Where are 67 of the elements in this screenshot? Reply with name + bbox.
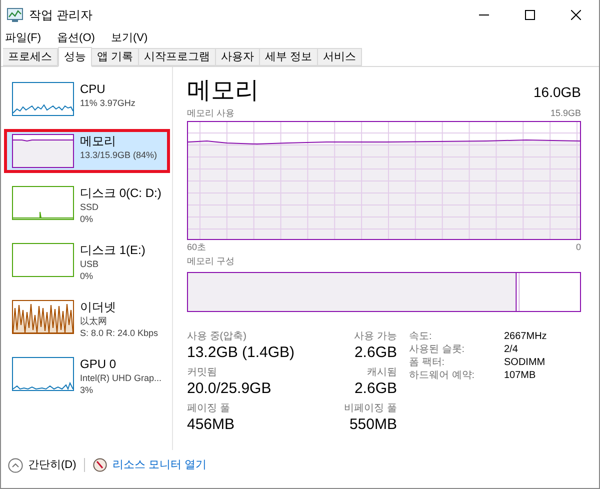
chart-label: 메모리 구성 <box>187 255 236 268</box>
close-icon <box>571 10 581 20</box>
app-icon <box>7 8 23 22</box>
tab[interactable]: 성능 <box>58 47 92 67</box>
collapse-button[interactable]: 간단히(D) <box>8 456 76 474</box>
stat-value: 550MB <box>349 414 397 434</box>
sidebar-item[interactable]: 디스크 1(E:) USB 0% <box>4 238 170 287</box>
item-name: 디스크 1(E:) <box>80 243 146 258</box>
sidebar-item[interactable]: 이더넷 以太网 S: 8.0 R: 24.0 Kbps <box>4 295 170 344</box>
stat-label: 비페이징 풀 <box>344 402 397 414</box>
property-value: SODIMM <box>504 356 546 368</box>
item-detail: 0% <box>80 270 94 282</box>
item-detail: Intel(R) UHD Grap... <box>80 372 162 384</box>
gauge-icon <box>93 458 108 472</box>
tab[interactable]: 프로세스 <box>3 48 58 66</box>
item-name: 이더넷 <box>80 300 117 315</box>
stat-label: 커밋됨 <box>187 366 218 378</box>
item-detail: 11% 3.97GHz <box>80 97 136 109</box>
property-label: 하드웨어 예약: <box>409 368 476 382</box>
property-label: 폼 팩터: <box>409 356 446 368</box>
item-detail: 13.3/15.9GB (84%) <box>80 149 158 161</box>
tab[interactable]: 시작프로그램 <box>139 48 216 66</box>
sidebar-item[interactable]: CPU 11% 3.97GHz <box>4 77 170 121</box>
stat-value: 2.6GB <box>354 378 397 398</box>
sidebar-item[interactable]: 디스크 0(C: D:) SSD 0% <box>4 181 170 230</box>
panel-title: 메모리 <box>187 77 259 105</box>
property-value: 107MB <box>504 368 537 382</box>
stat-value: 13.2GB (1.4GB) <box>187 342 296 362</box>
item-detail: 3% <box>80 384 94 396</box>
axis-end-label: 0 <box>576 240 581 254</box>
sidebar-item[interactable]: 메모리 13.3/15.9GB (84%) <box>4 129 170 173</box>
stat-label: 사용 중(압축) <box>187 330 248 342</box>
item-detail: USB <box>80 258 100 270</box>
window-title: 작업 관리자 <box>29 7 92 24</box>
tab[interactable]: 서비스 <box>318 48 362 66</box>
stat-label: 캐시됨 <box>367 366 397 378</box>
stat-value: 456MB <box>187 414 236 434</box>
menu-item[interactable]: 파일(F) <box>5 30 42 46</box>
item-name: 메모리 <box>80 134 117 149</box>
axis-start-label: 60초 <box>187 240 206 254</box>
chart-label: 메모리 사용 <box>187 107 235 120</box>
item-detail: 以太网 <box>80 315 108 327</box>
menu-item[interactable]: 옵션(O) <box>57 30 95 46</box>
stat-label: 페이징 풀 <box>187 402 231 414</box>
menu-item[interactable]: 보기(V) <box>110 30 148 46</box>
property-label: 사용된 슬롯: <box>409 342 466 356</box>
sidebar-item[interactable]: GPU 0 Intel(R) UHD Grap... 3% <box>4 352 170 401</box>
tab[interactable]: 사용자 <box>216 48 260 66</box>
property-label: 속도: <box>409 330 433 342</box>
tab[interactable]: 앱 기록 <box>92 48 140 66</box>
property-value: 2667MHz <box>504 330 547 342</box>
maximize-icon <box>525 10 535 20</box>
item-detail: S: 8.0 R: 24.0 Kbps <box>80 327 158 339</box>
item-name: 디스크 0(C: D:) <box>80 186 162 201</box>
item-name: GPU 0 <box>80 357 118 372</box>
property-value: 2/4 <box>504 342 519 356</box>
stat-value: 2.6GB <box>354 342 397 362</box>
resource-monitor-link[interactable]: 리소스 모니터 열기 <box>112 456 206 474</box>
item-name: CPU <box>80 82 106 97</box>
item-detail: SSD <box>80 201 100 213</box>
chevron-up-icon <box>8 458 23 472</box>
tab[interactable]: 세부 정보 <box>260 48 318 66</box>
stat-value: 20.0/25.9GB <box>187 378 272 398</box>
axis-max-label: 15.9GB <box>550 107 581 120</box>
item-detail: 0% <box>80 213 94 225</box>
total-memory: 16.0GB <box>534 83 581 102</box>
stat-label: 사용 가능 <box>354 330 397 342</box>
